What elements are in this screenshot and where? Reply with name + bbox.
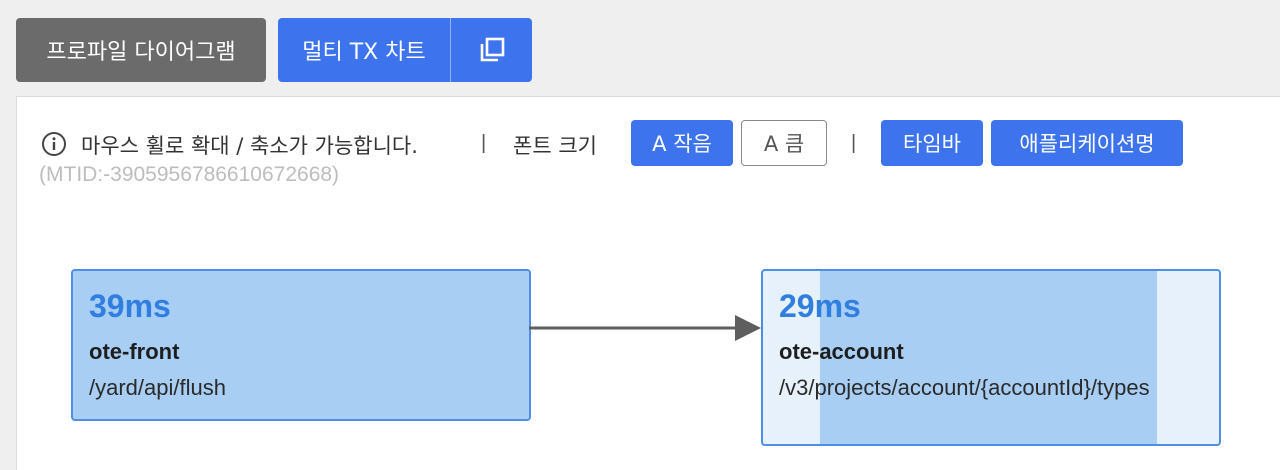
font-small-button[interactable]: A 작음 — [631, 120, 733, 166]
mtid-text: (MTID:-3905956786610672668) — [39, 163, 340, 186]
multi-tx-chart-button[interactable]: 멀티 TX 차트 — [278, 18, 450, 82]
font-small-label: A 작음 — [652, 132, 712, 156]
font-large-label: A 큼 — [763, 132, 805, 156]
font-large-button[interactable]: A 큼 — [741, 120, 827, 166]
node-path: /yard/api/flush — [89, 375, 226, 400]
copy-icon — [480, 37, 504, 62]
top-bar: 프로파일 다이어그램 멀티 TX 차트 — [0, 0, 1280, 96]
font-size-label: 폰트 크기 — [513, 134, 597, 158]
node-ote-front[interactable]: 39ms ote-front /yard/api/flush — [71, 269, 531, 421]
node-ote-account[interactable]: 29ms ote-account /v3/projects/account/{a… — [761, 269, 1221, 446]
timebar-label: 타임바 — [903, 132, 961, 156]
zoom-hint-text: 마우스 휠로 확대 / 축소가 가능합니다. — [81, 134, 418, 158]
node-duration: 29ms — [779, 288, 861, 324]
profile-diagram-label: 프로파일 다이어그램 — [46, 40, 236, 65]
info-icon — [42, 132, 66, 156]
multi-tx-chart-label: 멀티 TX 차트 — [302, 40, 426, 65]
diagram-toolbar: 마우스 휠로 확대 / 축소가 가능합니다. | 폰트 크기 A 작음 A 큼 … — [17, 97, 1280, 197]
copy-button[interactable] — [451, 18, 532, 82]
node-duration: 39ms — [89, 288, 171, 324]
node-service-name: ote-account — [779, 339, 904, 364]
call-arrow — [529, 315, 761, 341]
diagram-panel: 마우스 휠로 확대 / 축소가 가능합니다. | 폰트 크기 A 작음 A 큼 … — [16, 96, 1280, 470]
separator: | — [851, 132, 857, 154]
separator: | — [481, 132, 487, 154]
profile-diagram-button[interactable]: 프로파일 다이어그램 — [16, 18, 266, 82]
node-service-name: ote-front — [89, 339, 180, 364]
app-name-label: 애플리케이션명 — [1019, 132, 1155, 156]
timebar-button[interactable]: 타임바 — [881, 120, 983, 166]
node-path: /v3/projects/account/{accountId}/types — [779, 375, 1150, 400]
app-name-button[interactable]: 애플리케이션명 — [991, 120, 1183, 166]
multi-tx-chart-button-group: 멀티 TX 차트 — [278, 18, 532, 82]
